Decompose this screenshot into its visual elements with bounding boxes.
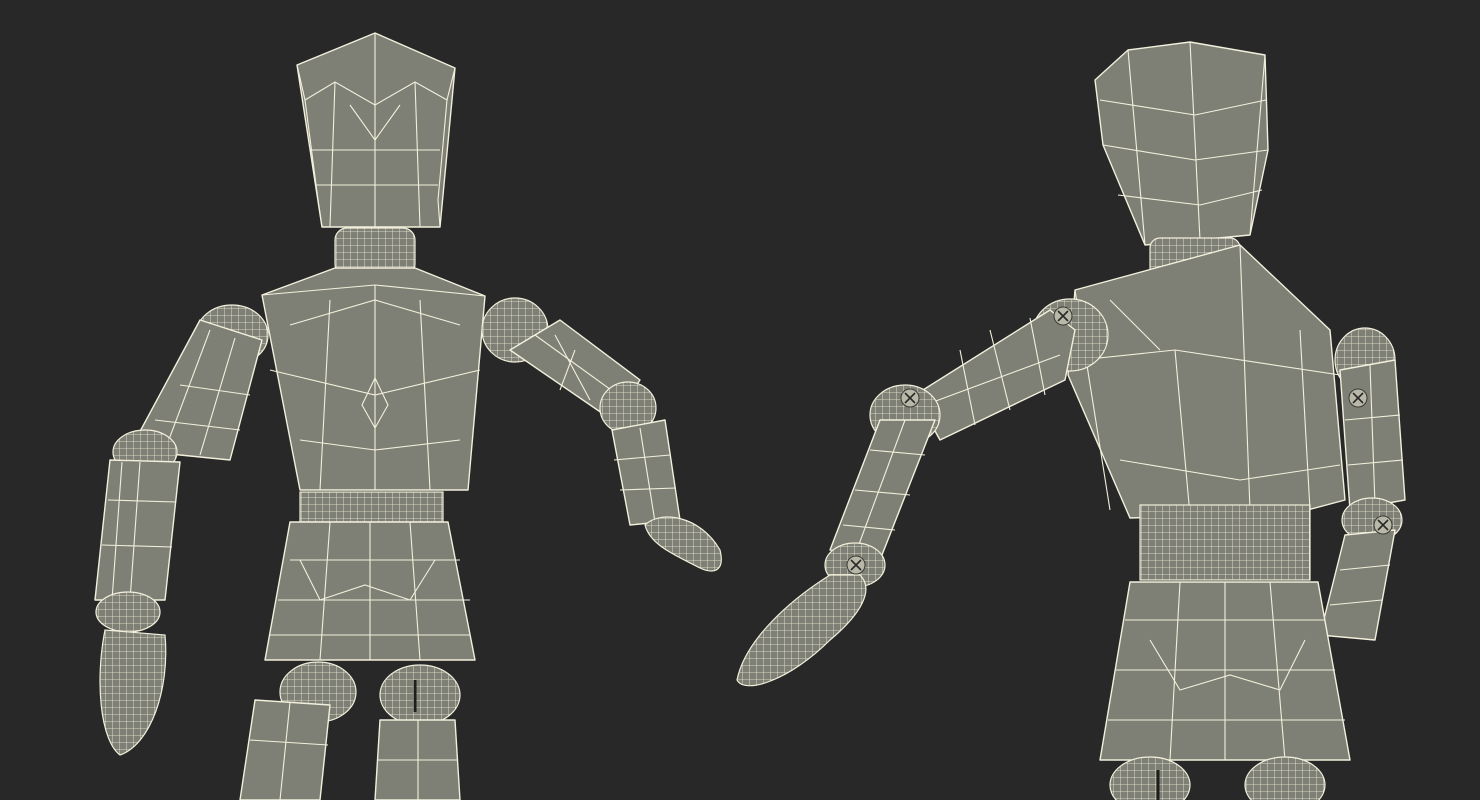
front-left-wrist-joint [95,591,161,633]
front-right-hip-joint [379,664,461,726]
back-right-hip-joint [1244,756,1326,800]
mannequin-front-view [94,32,722,800]
back-torso [1067,244,1346,519]
front-torso [261,267,486,491]
front-right-arm [481,297,722,572]
back-head [1094,41,1269,246]
front-head [296,32,456,228]
back-waist [1139,504,1311,581]
wireframe-render [94,32,1406,800]
front-left-arm [94,304,269,756]
mannequin-back-view [736,41,1406,800]
render-canvas [0,0,1480,800]
front-right-hand [644,516,722,572]
back-left-hip-joint [1109,756,1191,800]
front-pelvis [264,521,476,661]
back-near-hand [736,574,867,687]
back-near-arm [736,298,1109,687]
back-pelvis [1099,581,1351,761]
front-left-hand [99,629,167,756]
front-waist [299,491,444,523]
